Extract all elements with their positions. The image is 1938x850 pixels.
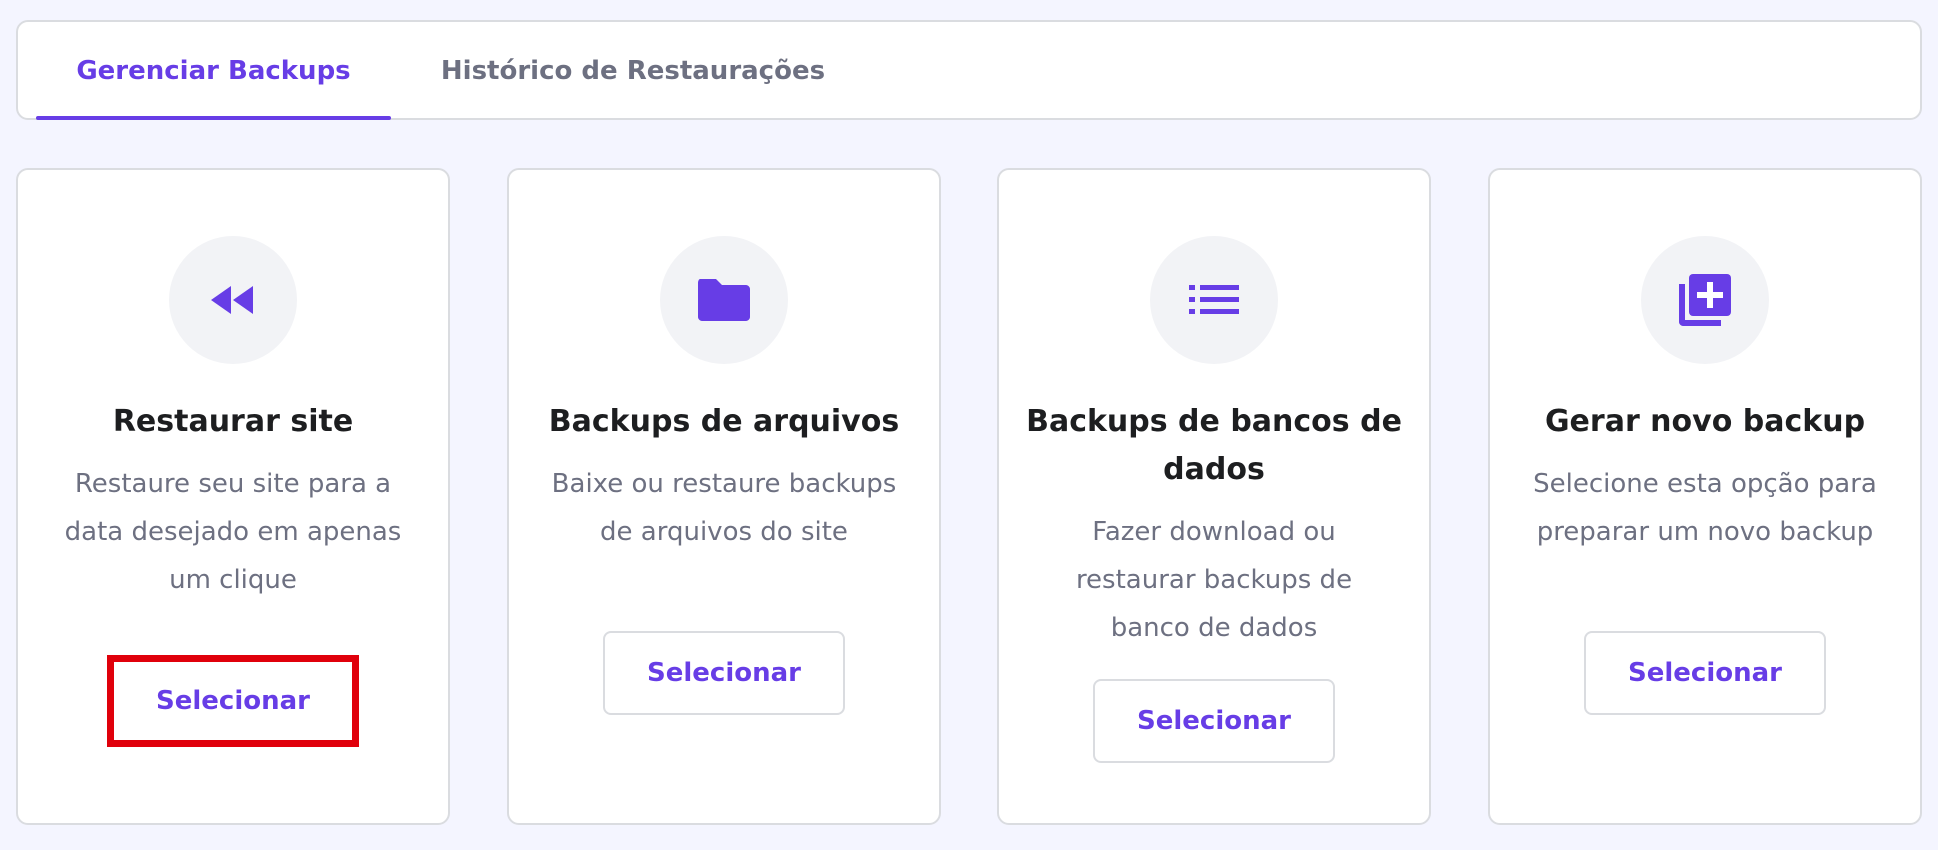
select-button-gerar-novo-backup[interactable]: Selecionar (1584, 631, 1826, 715)
tab-gerenciar-backups[interactable]: Gerenciar Backups (36, 22, 391, 120)
folder-icon (660, 236, 788, 364)
list-icon (1150, 236, 1278, 364)
card-description: Restaure seu site para a data desejado e… (64, 469, 402, 595)
select-button-backups-bancos-dados[interactable]: Selecionar (1093, 679, 1335, 763)
select-button-restaurar-site[interactable]: Selecionar (107, 655, 359, 747)
card-description: Fazer download ou restaurar backups de b… (1075, 517, 1353, 643)
rewind-icon (169, 236, 297, 364)
card-description: Selecione esta opção para preparar um no… (1533, 469, 1877, 547)
card-backups-bancos-dados: Backups de bancos de dados Fazer downloa… (997, 168, 1431, 825)
tab-historico-restauracoes[interactable]: Histórico de Restaurações (413, 22, 853, 120)
card-restaurar-site: Restaurar site Restaure seu site para a … (16, 168, 450, 825)
tabs-bar: Gerenciar Backups Histórico de Restauraç… (16, 20, 1922, 120)
select-button-backups-arquivos[interactable]: Selecionar (603, 631, 845, 715)
card-gerar-novo-backup: Gerar novo backup Selecione esta opção p… (1488, 168, 1922, 825)
card-title: Restaurar site (112, 404, 354, 439)
card-backups-arquivos: Backups de arquivos Baixe ou restaure ba… (507, 168, 941, 825)
card-description: Baixe ou restaure backups de arquivos do… (551, 469, 897, 547)
card-title: Backups de bancos de dados (1026, 404, 1402, 487)
card-title: Backups de arquivos (548, 404, 900, 439)
card-title: Gerar novo backup (1544, 404, 1866, 439)
add-library-icon (1641, 236, 1769, 364)
